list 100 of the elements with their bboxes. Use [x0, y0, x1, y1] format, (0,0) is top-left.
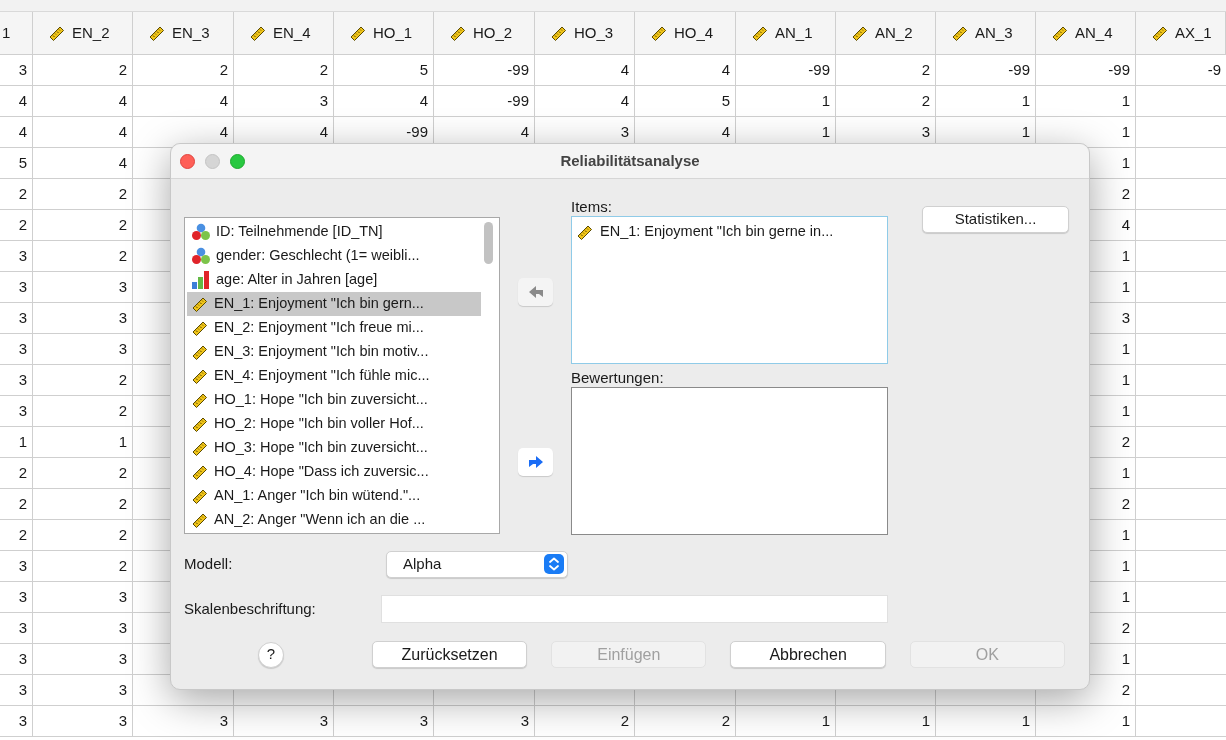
- column-header[interactable]: EN_3: [133, 12, 234, 55]
- table-cell-text: 3: [118, 648, 127, 669]
- dialog-button[interactable]: Zurücksetzen: [371, 641, 528, 668]
- table-cell-text: -99: [507, 59, 529, 80]
- table-cell-text: 3: [118, 710, 127, 731]
- table-cell-text: 4: [118, 152, 127, 173]
- ratings-label: Bewertungen:: [571, 368, 665, 387]
- table-cell-text: 1: [1121, 276, 1130, 297]
- column-label: AX_1: [1175, 22, 1212, 43]
- table-cell-text: 1: [1121, 648, 1130, 669]
- column-label: HO_1: [373, 22, 413, 43]
- table-cell-text: 1: [1121, 121, 1130, 142]
- column-header[interactable]: EN_4: [234, 12, 334, 55]
- column-header[interactable]: HO_4: [635, 12, 736, 55]
- table-cell-text: -99: [406, 121, 428, 142]
- model-select[interactable]: Alpha: [386, 550, 568, 578]
- table-cell-text: 2: [18, 462, 27, 483]
- table-cell-text: 2: [118, 524, 127, 545]
- table-cell-text: 3: [419, 710, 428, 731]
- scale-label-label: Skalenbeschriftung:: [184, 598, 317, 619]
- table-cell-text: 2: [118, 462, 127, 483]
- table-cell-text: 3: [118, 586, 127, 607]
- column-header[interactable]: 1: [0, 12, 33, 55]
- table-cell-text: 1: [821, 121, 830, 142]
- table-cell-text: 1: [118, 431, 127, 452]
- table-cell-text: 1: [1121, 90, 1130, 111]
- table-cell-text: 2: [18, 183, 27, 204]
- column-label: 1: [2, 22, 11, 43]
- column-header[interactable]: EN_2: [33, 12, 133, 55]
- column-header[interactable]: AX_1: [1136, 12, 1226, 55]
- table-cell-text: 1: [821, 90, 830, 111]
- column-header[interactable]: AN_4: [1036, 12, 1136, 55]
- column-label: AN_2: [875, 22, 913, 43]
- table-cell-text: 2: [219, 59, 228, 80]
- table-cell-text: 1: [1121, 710, 1130, 731]
- table-cell-text: 1: [1121, 524, 1130, 545]
- table-cell-text: 3: [18, 400, 27, 421]
- column-label: EN_3: [172, 22, 210, 43]
- table-cell-text: 4: [219, 121, 228, 142]
- table-cell-text: 3: [620, 121, 629, 142]
- column-label: AN_1: [775, 22, 813, 43]
- column-header[interactable]: AN_2: [836, 12, 936, 55]
- table-cell-text: 3: [18, 245, 27, 266]
- table-cell-text: 1: [1121, 245, 1130, 266]
- table-cell-text: 4: [18, 121, 27, 142]
- table-cell-text: 4: [520, 121, 529, 142]
- table-cell-text: 3: [921, 121, 930, 142]
- table-cell-text: 4: [319, 121, 328, 142]
- table-cell-text: 2: [118, 400, 127, 421]
- table-cell-text: 5: [721, 90, 730, 111]
- table-cell-text: 3: [319, 90, 328, 111]
- table-cell-text: -99: [808, 59, 830, 80]
- table-cell-text: 1: [1121, 586, 1130, 607]
- table-cell-text: 3: [18, 307, 27, 328]
- list-item[interactable]: EN_1: Enjoyment "Ich bin gerne in...: [576, 220, 887, 244]
- table-cell-text: 2: [18, 493, 27, 514]
- table-cell-text: 3: [18, 338, 27, 359]
- help-button[interactable]: ?: [258, 641, 284, 668]
- table-cell-text: 3: [18, 369, 27, 390]
- table-cell-text: 1: [1121, 338, 1130, 359]
- table-cell-text: 4: [1121, 214, 1130, 235]
- table-cell-text: 2: [1121, 679, 1130, 700]
- table-cell-text: 3: [18, 648, 27, 669]
- table-cell-text: 2: [921, 90, 930, 111]
- column-label: AN_3: [975, 22, 1013, 43]
- column-label: AN_4: [1075, 22, 1113, 43]
- table-cell-text: 2: [118, 59, 127, 80]
- table-cell-text: 2: [18, 524, 27, 545]
- table-cell-text: 4: [219, 90, 228, 111]
- list-item[interactable]: EN_1: Enjoyment "Ich bin gern...: [187, 292, 481, 316]
- table-cell-text: 2: [118, 183, 127, 204]
- column-header[interactable]: HO_2: [434, 12, 535, 55]
- table-cell-text: 1: [1121, 369, 1130, 390]
- items-list[interactable]: EN_1: Enjoyment "Ich bin gerne in...: [571, 216, 888, 364]
- table-cell-text: 1: [921, 710, 930, 731]
- table-cell-text: 1: [18, 431, 27, 452]
- table-cell-text: 2: [1121, 493, 1130, 514]
- model-label: Modell:: [184, 553, 234, 574]
- table-cell-text: 1: [1021, 90, 1030, 111]
- table-cell-text: 3: [319, 710, 328, 731]
- column-header[interactable]: AN_3: [936, 12, 1036, 55]
- table-cell-text: 3: [18, 59, 27, 80]
- table-cell-text: 3: [18, 679, 27, 700]
- column-label: HO_4: [674, 22, 714, 43]
- dialog-button[interactable]: Abbrechen: [730, 641, 886, 668]
- table-cell-text: 5: [419, 59, 428, 80]
- table-cell-text: 4: [721, 59, 730, 80]
- column-header[interactable]: HO_1: [334, 12, 434, 55]
- table-cell-text: 3: [219, 710, 228, 731]
- table-cell-text: 1: [1121, 555, 1130, 576]
- statistics-button[interactable]: Statistiken...: [922, 206, 1069, 233]
- table-cell-text: 3: [18, 710, 27, 731]
- table-cell-text: 4: [721, 121, 730, 142]
- table-cell-text: -9: [1207, 59, 1221, 80]
- table-cell-text: 2: [319, 59, 328, 80]
- column-header[interactable]: HO_3: [535, 12, 635, 55]
- table-cell-text: 3: [118, 307, 127, 328]
- column-header[interactable]: AN_1: [736, 12, 836, 55]
- table-cell-text: 2: [18, 214, 27, 235]
- table-cell-text: 1: [1021, 710, 1030, 731]
